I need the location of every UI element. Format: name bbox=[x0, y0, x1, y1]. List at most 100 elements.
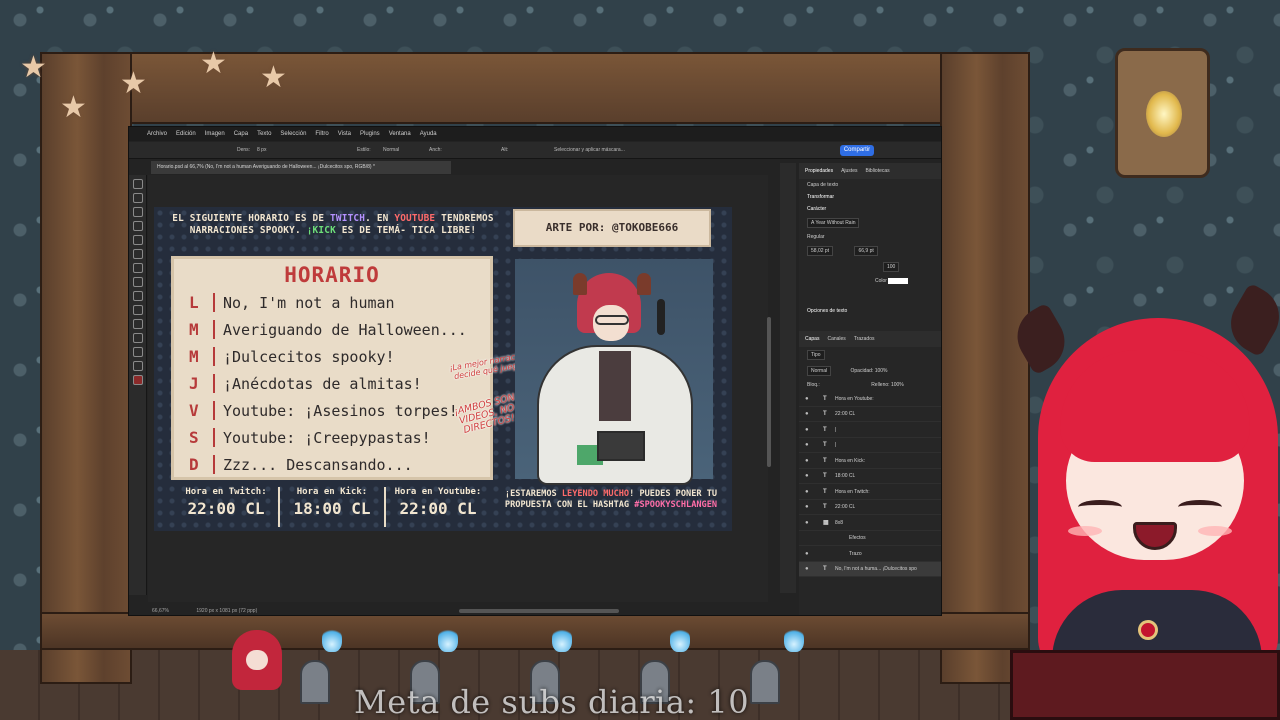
font-size-field[interactable]: 58,02 pt bbox=[807, 246, 834, 256]
tab-layers[interactable]: Capas bbox=[805, 336, 819, 342]
menu-seleccion[interactable]: Selección bbox=[280, 131, 306, 137]
layer-effects-row[interactable]: Efectos bbox=[799, 531, 941, 547]
text-options-section[interactable]: Opciones de texto bbox=[799, 305, 941, 317]
document-tab[interactable]: Horario.psd al 66,7% (No, I'm not a huma… bbox=[151, 161, 451, 174]
menu-archivo[interactable]: Archivo bbox=[147, 131, 167, 137]
text-tool-icon[interactable] bbox=[133, 319, 143, 329]
blend-row: Normal Opacidad: 100% bbox=[799, 363, 941, 379]
time-kick: Hora en Kick: 18:00 CL bbox=[280, 487, 386, 527]
height-label: Alt: bbox=[501, 147, 509, 153]
layer-name: Trazo bbox=[849, 550, 862, 557]
eyedropper-tool-icon[interactable] bbox=[133, 235, 143, 245]
density-field[interactable]: 8 px bbox=[257, 147, 266, 153]
eye-icon[interactable]: ● bbox=[805, 458, 813, 464]
layer-name: | bbox=[835, 426, 837, 433]
eraser-tool-icon[interactable] bbox=[133, 277, 143, 287]
zoom-tool-icon[interactable] bbox=[133, 361, 143, 371]
eye-icon[interactable]: ● bbox=[805, 504, 813, 510]
layer-effects-row[interactable]: ● Trazo bbox=[799, 546, 941, 562]
layer-row[interactable]: ● T | bbox=[799, 422, 941, 438]
tab-libraries[interactable]: Bibliotecas bbox=[865, 168, 889, 174]
select-mask-button[interactable]: Seleccionar y aplicar máscara... bbox=[554, 147, 625, 153]
layer-row[interactable]: ● T Hora en Kick: bbox=[799, 453, 941, 469]
menu-imagen[interactable]: Imagen bbox=[205, 131, 225, 137]
font-style[interactable]: Regular bbox=[799, 231, 941, 243]
lantern-light bbox=[1146, 91, 1182, 137]
lasso-tool-icon[interactable] bbox=[133, 207, 143, 217]
layer-filter-select[interactable]: Tipo bbox=[807, 350, 825, 361]
zoom-level[interactable]: 66,67% bbox=[152, 608, 169, 614]
layer-row[interactable]: ● T 22:00 CL bbox=[799, 500, 941, 516]
menu-ayuda[interactable]: Ayuda bbox=[420, 131, 437, 137]
leading-field[interactable]: 66,9 pt bbox=[854, 246, 878, 256]
day-row: L No, I'm not a human bbox=[189, 289, 489, 316]
time-value: 18:00 CL bbox=[293, 499, 371, 518]
menu-vista[interactable]: Vista bbox=[338, 131, 351, 137]
layer-row[interactable]: ● T | bbox=[799, 438, 941, 454]
fill-field[interactable]: 100% bbox=[891, 382, 904, 388]
layer-row[interactable]: ● T 18:00 CL bbox=[799, 469, 941, 485]
gravestone-icon bbox=[300, 660, 330, 704]
stream-scene: { "photoshop": { "menu": ["Archivo", "Ed… bbox=[0, 0, 1280, 720]
tab-channels[interactable]: Canales bbox=[827, 336, 845, 342]
brush-tool-icon[interactable] bbox=[133, 249, 143, 259]
tab-properties[interactable]: Propiedades bbox=[805, 168, 833, 174]
share-button[interactable]: Compartir bbox=[840, 145, 874, 156]
layer-row[interactable]: ● T Hora en Youtube: bbox=[799, 391, 941, 407]
menu-capa[interactable]: Capa bbox=[234, 131, 248, 137]
eye-icon[interactable]: ● bbox=[805, 442, 813, 448]
schedule-artwork[interactable]: EL SIGUIENTE HORARIO ES DE TWITCH. EN YO… bbox=[154, 207, 732, 531]
star-garland: ★ ★ ★ ★ ★ bbox=[20, 47, 1020, 130]
menu-filtro[interactable]: Filtro bbox=[315, 131, 328, 137]
time-label: Hora en Kick: bbox=[296, 487, 368, 497]
marquee-tool-icon[interactable] bbox=[133, 193, 143, 203]
move-tool-icon[interactable] bbox=[133, 179, 143, 189]
shape-tool-icon[interactable] bbox=[133, 333, 143, 343]
treasure-chest bbox=[1010, 650, 1280, 720]
color-swatch-icon[interactable] bbox=[133, 375, 143, 385]
opacity-label: Opacidad: bbox=[850, 368, 874, 375]
opacity-field[interactable]: 100% bbox=[875, 368, 888, 374]
tab-adjustments[interactable]: Ajustes bbox=[841, 168, 857, 174]
menu-ventana[interactable]: Ventana bbox=[389, 131, 411, 137]
tracking-field[interactable]: 100 bbox=[883, 262, 900, 272]
layer-name: Hora en Kick: bbox=[835, 457, 866, 464]
time-twitch: Hora en Twitch: 22:00 CL bbox=[174, 487, 280, 527]
layer-row[interactable]: ● T 22:00 CL bbox=[799, 407, 941, 423]
vertical-scrollbar[interactable] bbox=[767, 317, 771, 467]
eye-icon[interactable]: ● bbox=[805, 489, 813, 495]
eye-icon[interactable]: ● bbox=[805, 427, 813, 433]
tracking-row: 100 bbox=[799, 259, 941, 275]
character-section[interactable]: Carácter bbox=[799, 203, 941, 215]
layer-row[interactable]: ● ▦ 8x8 bbox=[799, 515, 941, 531]
hand-tool-icon[interactable] bbox=[133, 347, 143, 357]
eye-icon[interactable]: ● bbox=[805, 566, 813, 572]
day-activity: Youtube: ¡Asesinos torpes! bbox=[223, 401, 458, 420]
layer-row[interactable]: ● T Hora en Twitch: bbox=[799, 484, 941, 500]
menu-plugins[interactable]: Plugins bbox=[360, 131, 380, 137]
menu-texto[interactable]: Texto bbox=[257, 131, 271, 137]
font-select[interactable]: A Year Without Rain bbox=[807, 218, 860, 228]
eye-icon[interactable]: ● bbox=[805, 473, 813, 479]
gradient-tool-icon[interactable] bbox=[133, 291, 143, 301]
stamp-tool-icon[interactable] bbox=[133, 263, 143, 273]
transform-section[interactable]: Transformar bbox=[799, 191, 941, 203]
eye-icon[interactable]: ● bbox=[805, 411, 813, 417]
eye-icon[interactable]: ● bbox=[805, 551, 813, 557]
pen-tool-icon[interactable] bbox=[133, 305, 143, 315]
tab-paths[interactable]: Trazados bbox=[854, 336, 875, 342]
star-icon: ★ bbox=[20, 51, 47, 84]
crop-tool-icon[interactable] bbox=[133, 221, 143, 231]
eye-icon[interactable]: ● bbox=[805, 520, 813, 526]
ghost-flame-icon bbox=[438, 626, 458, 652]
blend-mode-select[interactable]: Normal bbox=[807, 366, 832, 377]
menu-edicion[interactable]: Edición bbox=[176, 131, 196, 137]
style-select[interactable]: Normal bbox=[383, 147, 399, 153]
layer-row-selected[interactable]: ● T No, I'm not a huma... ¡Dulcecitos spo bbox=[799, 561, 941, 578]
star-icon: ★ bbox=[260, 61, 287, 94]
time-value: 22:00 CL bbox=[187, 499, 265, 518]
text-color-swatch[interactable] bbox=[888, 278, 909, 284]
star-icon: ★ bbox=[120, 67, 147, 100]
schedule-title: HORARIO bbox=[284, 263, 380, 287]
eye-icon[interactable]: ● bbox=[805, 396, 813, 402]
